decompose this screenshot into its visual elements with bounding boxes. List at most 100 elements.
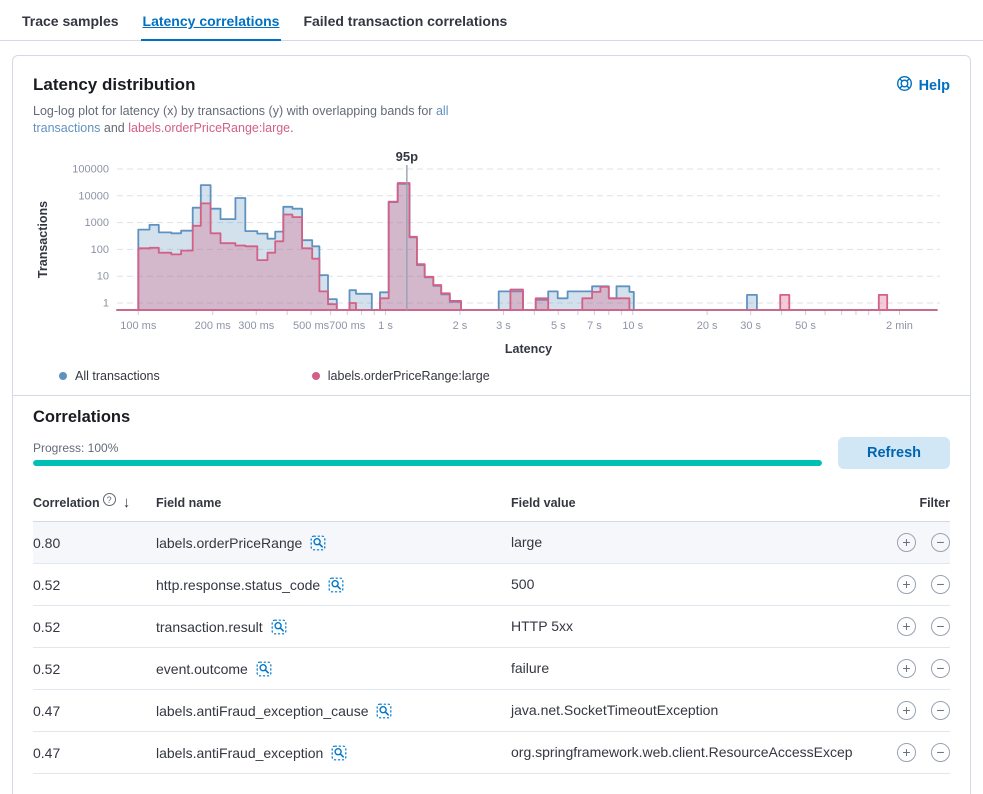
correlation-value: 0.52 (33, 568, 156, 602)
svg-text:95p: 95p (396, 149, 418, 164)
svg-text:10: 10 (97, 271, 109, 283)
field-name-cell: labels.antiFraud_exception_cause (156, 694, 511, 728)
field-name: labels.antiFraud_exception (156, 745, 323, 761)
field-name: http.response.status_code (156, 577, 320, 593)
legend-label: labels.orderPriceRange:large (328, 369, 490, 383)
field-value: org.springframework.web.client.ResourceA… (511, 732, 869, 773)
svg-text:20 s: 20 s (697, 320, 718, 332)
filter-include-button[interactable]: + (897, 533, 916, 552)
correlation-header-label: Correlation (33, 496, 100, 510)
filter-include-button[interactable]: + (897, 743, 916, 762)
tab-latency-correlations[interactable]: Latency correlations (141, 9, 282, 40)
svg-text:30 s: 30 s (740, 320, 761, 332)
field-name-cell: labels.antiFraud_exception (156, 736, 511, 770)
svg-text:Transactions: Transactions (36, 201, 50, 278)
divider (13, 395, 970, 396)
field-value: large (511, 522, 869, 563)
progress-bar-fill (33, 460, 822, 466)
latency-distribution-chart[interactable]: 100000100001000100101100 ms200 ms300 ms5… (33, 149, 950, 359)
filter-include-button[interactable]: + (897, 617, 916, 636)
table-header: Correlation ? ↓ Field name Field value F… (33, 486, 950, 522)
table-row: 0.80labels.orderPriceRange large +− (33, 522, 950, 564)
svg-text:300 ms: 300 ms (238, 320, 275, 332)
svg-text:700 ms: 700 ms (329, 320, 366, 332)
legend-item[interactable]: All transactions (59, 369, 160, 383)
filter-include-button[interactable]: + (897, 701, 916, 720)
correlation-value: 0.52 (33, 610, 156, 644)
inspect-icon[interactable] (328, 577, 344, 593)
progress-bar (33, 460, 822, 466)
help-button[interactable]: Help (896, 75, 950, 96)
filter-actions: +− (890, 575, 950, 594)
chart-legend: All transactions labels.orderPriceRange:l… (59, 369, 950, 383)
svg-text:10000: 10000 (78, 190, 109, 202)
filter-exclude-button[interactable]: − (931, 659, 950, 678)
svg-text:200 ms: 200 ms (195, 320, 232, 332)
svg-text:50 s: 50 s (795, 320, 816, 332)
field-name-cell: http.response.status_code (156, 568, 511, 602)
correlation-value: 0.52 (33, 652, 156, 686)
svg-text:2 s: 2 s (453, 320, 468, 332)
question-in-circle-icon[interactable]: ? (103, 493, 116, 506)
svg-text:100: 100 (91, 244, 109, 256)
filter-exclude-button[interactable]: − (931, 701, 950, 720)
legend-dot-icon (312, 372, 320, 380)
filter-exclude-button[interactable]: − (931, 533, 950, 552)
help-label: Help (919, 78, 950, 94)
progress-row: Progress: 100% Refresh (33, 437, 950, 469)
svg-text:1: 1 (103, 298, 109, 310)
svg-text:100 ms: 100 ms (120, 320, 157, 332)
description-text: Log-log plot for latency (x) by transact… (33, 104, 433, 118)
progress-label: Progress: 100% (33, 441, 822, 455)
correlations-table-body: 0.80labels.orderPriceRangelarge+−0.52htt… (33, 522, 950, 774)
inspect-icon[interactable] (331, 745, 347, 761)
inspect-icon[interactable] (271, 619, 287, 635)
filter-include-button[interactable]: + (897, 659, 916, 678)
filter-include-button[interactable]: + (897, 575, 916, 594)
field-name-cell: labels.orderPriceRange (156, 526, 511, 560)
field-name: transaction.result (156, 619, 263, 635)
correlation-value: 0.80 (33, 526, 156, 560)
correlations-heading: Correlations (33, 408, 950, 427)
tab-failed-transaction-correlations[interactable]: Failed transaction correlations (301, 9, 509, 40)
help-lifebuoy-icon (896, 75, 913, 96)
filter-exclude-button[interactable]: − (931, 617, 950, 636)
tabs-bar: Trace samples Latency correlations Faile… (0, 0, 983, 41)
field-name: labels.orderPriceRange (156, 535, 302, 551)
svg-text:Latency: Latency (505, 342, 552, 356)
filter-actions: +− (890, 701, 950, 720)
description-and: and (104, 121, 125, 135)
filter-actions: +− (890, 659, 950, 678)
field-value: java.net.SocketTimeoutException (511, 690, 869, 731)
chart-description: Log-log plot for latency (x) by transact… (33, 103, 511, 137)
field-value: 500 (511, 564, 869, 605)
inspect-icon[interactable] (256, 661, 272, 677)
refresh-button[interactable]: Refresh (838, 437, 950, 469)
legend-item[interactable]: labels.orderPriceRange:large (312, 369, 490, 383)
svg-text:1 s: 1 s (378, 320, 393, 332)
field-value: HTTP 5xx (511, 606, 869, 647)
column-header-field-value: Field value (511, 496, 890, 510)
svg-text:3 s: 3 s (496, 320, 511, 332)
field-name-cell: transaction.result (156, 610, 511, 644)
table-row: 0.47labels.antiFraud_exception_cause java… (33, 690, 950, 732)
filter-exclude-button[interactable]: − (931, 575, 950, 594)
correlation-value: 0.47 (33, 736, 156, 770)
inspect-icon[interactable] (310, 535, 326, 551)
filter-actions: +− (890, 533, 950, 552)
order-price-range-link[interactable]: labels.orderPriceRange:large (128, 121, 290, 135)
column-header-correlation[interactable]: Correlation ? ↓ (33, 494, 156, 511)
svg-text:5 s: 5 s (551, 320, 566, 332)
filter-actions: +− (890, 617, 950, 636)
filter-exclude-button[interactable]: − (931, 743, 950, 762)
inspect-icon[interactable] (376, 703, 392, 719)
table-row: 0.47labels.antiFraud_exception org.spring… (33, 732, 950, 774)
field-name: labels.antiFraud_exception_cause (156, 703, 368, 719)
tab-trace-samples[interactable]: Trace samples (20, 9, 121, 40)
svg-text:100000: 100000 (72, 164, 109, 176)
latency-correlations-panel: Latency distribution Help Log-log plot f… (12, 55, 971, 794)
correlation-value: 0.47 (33, 694, 156, 728)
table-row: 0.52transaction.result HTTP 5xx +− (33, 606, 950, 648)
filter-actions: +− (890, 743, 950, 762)
column-header-field-name: Field name (156, 496, 511, 510)
